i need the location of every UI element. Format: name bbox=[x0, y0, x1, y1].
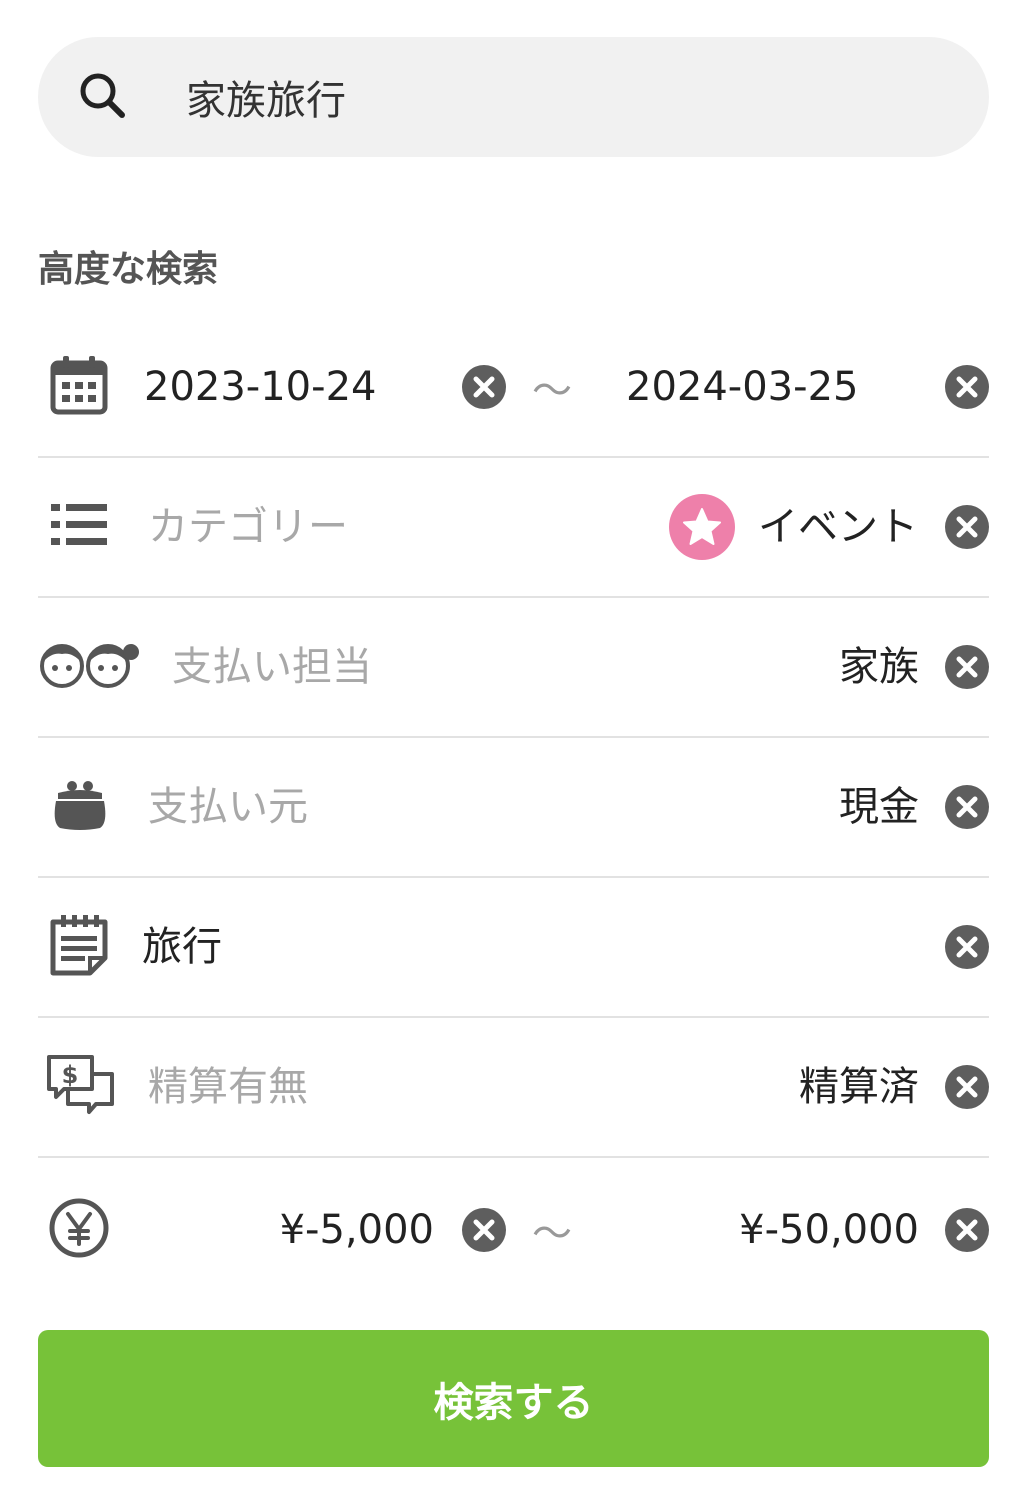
payment-source-clear-button[interactable] bbox=[945, 785, 989, 829]
memo-value[interactable]: 旅行 bbox=[142, 927, 222, 967]
payer-row[interactable]: 支払い担当 家族 bbox=[38, 598, 989, 738]
search-icon bbox=[76, 69, 132, 125]
yen-icon bbox=[48, 1197, 110, 1263]
amount-from[interactable]: ¥-5,000 bbox=[280, 1210, 434, 1250]
settlement-placeholder: 精算有無 bbox=[148, 1064, 308, 1110]
payment-source-placeholder: 支払い元 bbox=[148, 784, 308, 830]
amount-to[interactable]: ¥-50,000 bbox=[739, 1210, 919, 1250]
purse-icon bbox=[52, 779, 108, 835]
search-button[interactable]: 検索する bbox=[38, 1330, 989, 1467]
settlement-clear-button[interactable] bbox=[945, 1065, 989, 1109]
svg-text:$: $ bbox=[62, 1061, 79, 1089]
payer-clear-button[interactable] bbox=[945, 645, 989, 689]
date-range-row: 2023-10-24 〜 2024-03-25 bbox=[38, 318, 989, 458]
amount-separator: 〜 bbox=[532, 1211, 572, 1257]
close-icon bbox=[956, 1076, 978, 1098]
memo-clear-button[interactable] bbox=[945, 925, 989, 969]
payment-source-value: 現金 bbox=[839, 784, 919, 830]
close-icon bbox=[956, 516, 978, 538]
date-from-clear-button[interactable] bbox=[462, 365, 506, 409]
payment-source-row[interactable]: 支払い元 現金 bbox=[38, 738, 989, 878]
close-icon bbox=[956, 796, 978, 818]
list-icon bbox=[51, 502, 107, 552]
close-icon bbox=[956, 936, 978, 958]
date-separator: 〜 bbox=[532, 368, 572, 414]
star-icon bbox=[683, 508, 721, 545]
date-to-clear-button[interactable] bbox=[945, 365, 989, 409]
category-row[interactable]: カテゴリー イベント bbox=[38, 458, 989, 598]
search-bar[interactable] bbox=[38, 37, 989, 157]
date-to[interactable]: 2024-03-25 bbox=[626, 367, 858, 407]
category-value: イベント bbox=[758, 504, 918, 550]
close-icon bbox=[956, 656, 978, 678]
payer-placeholder: 支払い担当 bbox=[172, 644, 372, 690]
close-icon bbox=[473, 376, 495, 398]
amount-to-clear-button[interactable] bbox=[945, 1208, 989, 1252]
event-badge bbox=[669, 494, 735, 560]
amount-range-row: ¥-5,000 〜 ¥-50,000 bbox=[38, 1160, 989, 1300]
date-from[interactable]: 2023-10-24 bbox=[144, 367, 376, 407]
payer-value: 家族 bbox=[839, 644, 919, 690]
close-icon bbox=[956, 1219, 978, 1241]
memo-row[interactable]: 旅行 bbox=[38, 878, 989, 1018]
search-input[interactable] bbox=[186, 65, 946, 129]
category-clear-button[interactable] bbox=[945, 505, 989, 549]
chat-dollar-icon: $ bbox=[46, 1054, 116, 1120]
close-icon bbox=[473, 1219, 495, 1241]
amount-from-clear-button[interactable] bbox=[462, 1208, 506, 1252]
advanced-search-title: 高度な検索 bbox=[38, 249, 219, 290]
people-icon bbox=[38, 640, 142, 694]
category-placeholder: カテゴリー bbox=[148, 504, 348, 550]
settlement-row[interactable]: $ 精算有無 精算済 bbox=[38, 1018, 989, 1158]
calendar-icon bbox=[50, 355, 108, 419]
close-icon bbox=[956, 376, 978, 398]
settlement-value: 精算済 bbox=[799, 1064, 919, 1110]
notepad-icon bbox=[50, 914, 108, 980]
